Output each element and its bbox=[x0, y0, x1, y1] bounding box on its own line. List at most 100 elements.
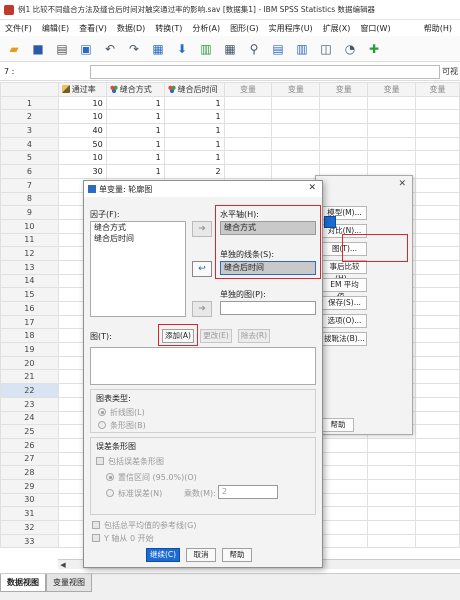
goto-variable-icon[interactable]: ⬇ bbox=[172, 40, 192, 58]
cell-value-input[interactable] bbox=[90, 64, 440, 79]
menu-graphs[interactable]: 图形(G) bbox=[225, 23, 263, 34]
empty-cell[interactable] bbox=[367, 109, 417, 125]
row-number[interactable]: 29 bbox=[0, 478, 59, 494]
empty-cell[interactable] bbox=[415, 301, 460, 316]
tab-variable-view[interactable]: 变量视图 bbox=[46, 574, 92, 592]
empty-cell[interactable] bbox=[367, 506, 417, 521]
empty-cell[interactable] bbox=[415, 273, 460, 289]
empty-cell[interactable] bbox=[367, 123, 417, 138]
menu-window[interactable]: 窗口(W) bbox=[355, 23, 395, 34]
empty-cell[interactable] bbox=[415, 492, 460, 508]
redo-icon[interactable]: ↷ bbox=[124, 40, 144, 58]
options-button[interactable]: 选项(O)... bbox=[322, 314, 367, 328]
insert-cases-icon[interactable]: ▤ bbox=[268, 40, 288, 58]
plots-list[interactable] bbox=[90, 347, 316, 385]
separate-plots-field[interactable] bbox=[220, 301, 316, 315]
dialog-recall-icon[interactable]: ▣ bbox=[76, 40, 96, 58]
find-icon[interactable]: ⚲ bbox=[244, 40, 264, 58]
cell-suture-method[interactable]: 1 bbox=[105, 136, 165, 152]
undo-icon[interactable]: ↶ bbox=[100, 40, 120, 58]
em-means-button[interactable]: EM 平均值... bbox=[322, 278, 367, 301]
column-header[interactable]: 缝合后时间 bbox=[163, 82, 225, 97]
empty-cell[interactable] bbox=[415, 533, 460, 549]
factors-list[interactable]: 缝合方式 缝合后时间 bbox=[90, 221, 186, 317]
row-number[interactable]: 33 bbox=[0, 533, 59, 549]
cell-pass-rate[interactable]: 40 bbox=[57, 123, 107, 138]
empty-cell[interactable] bbox=[415, 287, 460, 302]
column-header[interactable]: 变量 bbox=[367, 82, 417, 97]
empty-cell[interactable] bbox=[415, 520, 460, 535]
empty-cell[interactable] bbox=[415, 123, 460, 138]
empty-cell[interactable] bbox=[319, 533, 369, 549]
menu-extensions[interactable]: 扩展(X) bbox=[318, 23, 356, 34]
run-icon[interactable]: ▦ bbox=[220, 40, 240, 58]
row-number[interactable]: 22 bbox=[0, 383, 59, 398]
empty-cell[interactable] bbox=[223, 95, 273, 111]
menu-help[interactable]: 帮助(H) bbox=[419, 23, 460, 34]
cell-suture-time[interactable]: 1 bbox=[163, 123, 225, 138]
empty-cell[interactable] bbox=[271, 150, 321, 166]
empty-cell[interactable] bbox=[415, 465, 460, 480]
row-number[interactable]: 7 bbox=[0, 177, 59, 193]
goto-case-icon[interactable]: ▦ bbox=[148, 40, 168, 58]
menu-data[interactable]: 数据(D) bbox=[112, 23, 150, 34]
corner-cell[interactable] bbox=[0, 82, 59, 97]
empty-cell[interactable] bbox=[415, 437, 460, 453]
cell-pass-rate[interactable]: 10 bbox=[57, 95, 107, 111]
empty-cell[interactable] bbox=[271, 95, 321, 111]
empty-cell[interactable] bbox=[223, 150, 273, 166]
row-number[interactable]: 28 bbox=[0, 465, 59, 480]
row-number[interactable]: 20 bbox=[0, 355, 59, 371]
empty-cell[interactable] bbox=[367, 451, 417, 467]
empty-cell[interactable] bbox=[415, 205, 460, 220]
empty-cell[interactable] bbox=[319, 506, 369, 521]
row-number[interactable]: 19 bbox=[0, 342, 59, 357]
row-number[interactable]: 12 bbox=[0, 246, 59, 261]
empty-cell[interactable] bbox=[223, 123, 273, 138]
menu-view[interactable]: 查看(V) bbox=[74, 23, 112, 34]
empty-cell[interactable] bbox=[367, 150, 417, 166]
menu-utilities[interactable]: 实用程序(U) bbox=[264, 23, 318, 34]
empty-cell[interactable] bbox=[271, 164, 321, 179]
list-item[interactable]: 缝合后时间 bbox=[91, 233, 185, 244]
row-number[interactable]: 31 bbox=[0, 506, 59, 521]
empty-cell[interactable] bbox=[415, 109, 460, 125]
row-number[interactable]: 23 bbox=[0, 396, 59, 412]
empty-cell[interactable] bbox=[223, 136, 273, 152]
empty-cell[interactable] bbox=[415, 328, 460, 344]
empty-cell[interactable] bbox=[415, 177, 460, 193]
cell-pass-rate[interactable]: 50 bbox=[57, 136, 107, 152]
row-number[interactable]: 32 bbox=[0, 520, 59, 535]
tab-data-view[interactable]: 数据视图 bbox=[0, 574, 46, 592]
cell-suture-time[interactable]: 1 bbox=[163, 95, 225, 111]
row-number[interactable]: 18 bbox=[0, 328, 59, 344]
empty-cell[interactable] bbox=[367, 520, 417, 535]
cancel-button[interactable]: 取消 bbox=[186, 548, 216, 562]
bootstrap-button[interactable]: 拔靴法(B)... bbox=[322, 332, 367, 346]
empty-cell[interactable] bbox=[415, 478, 460, 494]
row-number[interactable]: 17 bbox=[0, 314, 59, 330]
empty-cell[interactable] bbox=[415, 150, 460, 166]
empty-cell[interactable] bbox=[415, 506, 460, 521]
move-back-button[interactable]: ↩ bbox=[192, 261, 212, 277]
empty-cell[interactable] bbox=[271, 123, 321, 138]
empty-cell[interactable] bbox=[415, 383, 460, 398]
empty-cell[interactable] bbox=[415, 246, 460, 261]
plus-icon[interactable]: ✚ bbox=[364, 40, 384, 58]
empty-cell[interactable] bbox=[223, 109, 273, 125]
menu-file[interactable]: 文件(F) bbox=[0, 23, 37, 34]
empty-cell[interactable] bbox=[415, 396, 460, 412]
help-button[interactable]: 帮助 bbox=[222, 548, 252, 562]
row-number[interactable]: 21 bbox=[0, 369, 59, 385]
value-labels-icon[interactable]: ◔ bbox=[340, 40, 360, 58]
empty-cell[interactable] bbox=[271, 136, 321, 152]
move-to-horizontal-button[interactable]: ➜ bbox=[192, 221, 212, 237]
column-header[interactable]: 通过率 bbox=[57, 82, 107, 97]
cell-suture-method[interactable]: 1 bbox=[105, 109, 165, 125]
empty-cell[interactable] bbox=[415, 259, 460, 275]
cell-suture-time[interactable]: 1 bbox=[163, 109, 225, 125]
column-header[interactable]: 变量 bbox=[415, 82, 460, 97]
empty-cell[interactable] bbox=[415, 369, 460, 385]
empty-cell[interactable] bbox=[367, 136, 417, 152]
empty-cell[interactable] bbox=[367, 437, 417, 453]
